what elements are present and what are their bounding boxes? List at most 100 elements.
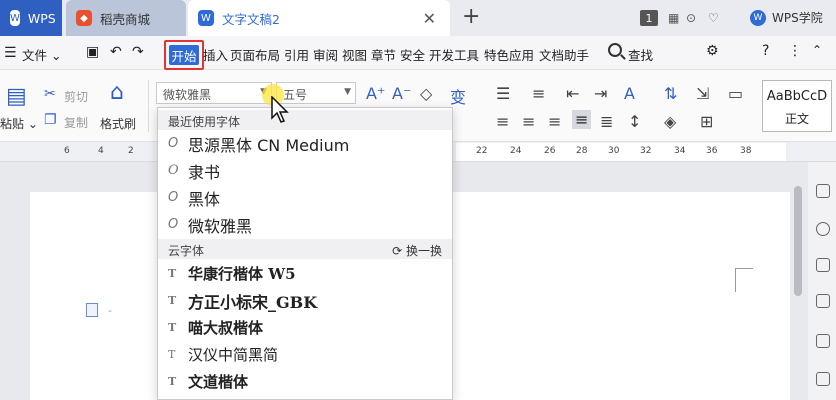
cloud-font-option[interactable]: T 汉仪中简黑简 — [158, 341, 452, 368]
side-grid-icon[interactable] — [816, 372, 830, 386]
font-name-select[interactable]: 微软雅黑▼ — [156, 82, 272, 104]
tab-special[interactable]: 特色应用 — [484, 45, 534, 64]
grow-font-icon[interactable]: A⁺ — [366, 84, 385, 103]
side-panel-icon[interactable] — [816, 184, 830, 198]
cut-icon: ✂ — [44, 86, 56, 102]
align-center-icon[interactable]: ≡ — [522, 112, 535, 131]
refresh-fonts-button[interactable]: ⟳ 换一换 — [392, 242, 442, 259]
tab-review[interactable]: 审阅 — [313, 45, 338, 64]
paste-button[interactable]: 粘贴 ⌄ — [0, 115, 38, 132]
clear-format-icon[interactable]: ◇ — [420, 84, 432, 103]
paste-icon[interactable]: ▤ — [6, 84, 27, 109]
cloud-font-option[interactable]: T 文道楷体 — [158, 368, 452, 395]
ruler-text-area — [456, 143, 786, 161]
search-label[interactable]: 查找 — [628, 45, 653, 64]
border-icon[interactable]: ▭ — [728, 84, 743, 103]
font-option[interactable]: O 微软雅黑 — [158, 211, 452, 238]
tab-doc-assistant[interactable]: 文档助手 — [539, 45, 589, 64]
paragraph-handle-icon[interactable] — [86, 303, 98, 317]
font-type-icon: O — [168, 163, 179, 178]
font-type-icon: O — [168, 136, 179, 151]
redo-icon[interactable]: ↷ — [132, 44, 144, 60]
shading-icon[interactable]: ◈ — [664, 112, 676, 131]
cloud-font-icon: T — [168, 321, 177, 334]
more-icon[interactable]: ⋮ — [788, 43, 802, 59]
tab-insert[interactable]: 插入 — [203, 45, 228, 64]
tab-chapter[interactable]: 章节 — [371, 45, 396, 64]
side-select-icon[interactable] — [816, 222, 830, 236]
cloud-font-icon: T — [168, 348, 176, 361]
show-marks-icon[interactable]: ⇲ — [696, 84, 709, 103]
save-icon[interactable]: ▣ — [86, 44, 99, 60]
cursor-mark: - — [108, 304, 112, 317]
wps-logo-icon: W — [10, 10, 20, 26]
margin-corner-mark — [735, 268, 753, 292]
file-menu[interactable]: 文件 ⌄ — [22, 45, 61, 64]
font-option[interactable]: O 黑体 — [158, 184, 452, 211]
cut-button[interactable]: 剪切 — [64, 88, 88, 105]
ribbon-divider — [148, 80, 149, 132]
skin-icon[interactable]: ♡ — [708, 9, 719, 27]
close-tab-icon[interactable]: ✕ — [423, 9, 436, 28]
font-type-icon: O — [168, 190, 179, 205]
font-type-icon: O — [168, 217, 179, 232]
font-option[interactable]: O 思源黑体 CN Medium — [158, 130, 452, 157]
window-count-badge[interactable]: 1 — [640, 9, 658, 27]
new-tab-icon[interactable]: + — [462, 4, 480, 29]
font-dropdown: 最近使用字体 O 思源黑体 CN Medium O 隶书 O 黑体 O 微软雅黑 云字体… — [157, 107, 453, 400]
shrink-font-icon[interactable]: A⁻ — [392, 84, 411, 103]
cloud-font-option[interactable]: T 华康行楷体 W5 — [158, 260, 452, 287]
tab-security[interactable]: 安全 — [400, 45, 425, 64]
tab-wps-label: WPS — [27, 10, 56, 26]
search-icon[interactable] — [608, 43, 622, 57]
help-icon[interactable]: ? — [762, 43, 769, 59]
collapse-ribbon-icon[interactable]: ⌃ — [812, 43, 822, 57]
cloud-font-icon: T — [168, 375, 177, 388]
shop-logo-icon: ◆ — [76, 10, 92, 26]
side-edit-icon[interactable] — [816, 334, 830, 348]
share-icon[interactable]: ⊙ — [686, 9, 696, 27]
hamburger-icon[interactable]: ☰ — [4, 45, 17, 61]
line-spacing-icon[interactable]: ↕ — [628, 112, 641, 131]
tab-document[interactable]: W 文字文稿2 ✕ — [188, 0, 450, 36]
justify-icon[interactable]: ≡ — [572, 110, 592, 129]
writer-doc-icon: W — [198, 10, 214, 26]
vertical-scrollbar[interactable] — [794, 186, 802, 296]
recent-fonts-header: 最近使用字体 — [158, 110, 452, 130]
cloud-font-option[interactable]: T 方正小标宋_GBK — [158, 287, 452, 314]
grid-icon[interactable]: ▦ — [668, 9, 679, 27]
align-right-icon[interactable]: ≡ — [548, 112, 561, 131]
tab-start[interactable]: 开始 — [169, 45, 199, 65]
undo-icon[interactable]: ↶ — [110, 44, 122, 60]
cloud-font-option[interactable]: T 喵大叔楷体 — [158, 314, 452, 341]
decrease-indent-icon[interactable]: ⇤ — [566, 84, 579, 103]
cloud-font-icon: T — [168, 267, 177, 280]
distributed-icon[interactable]: ≣ — [600, 112, 613, 131]
format-painter-button[interactable]: 格式刷 — [100, 115, 136, 132]
side-tool-icon[interactable] — [816, 294, 830, 308]
tab-start-highlight: 开始 — [164, 40, 204, 70]
align-left-icon[interactable]: ≡ — [496, 112, 509, 131]
tab-wps[interactable]: W WPS — [0, 0, 62, 36]
numbered-list-icon[interactable]: ≡ — [532, 84, 545, 103]
settings-icon[interactable]: ⚙ — [706, 43, 719, 59]
text-direction-icon[interactable]: A — [624, 84, 635, 103]
tab-references[interactable]: 引用 — [284, 45, 309, 64]
tab-developer[interactable]: 开发工具 — [429, 45, 479, 64]
bullet-list-icon[interactable]: ☰ — [496, 84, 510, 103]
tab-page-layout[interactable]: 页面布局 — [230, 45, 280, 64]
increase-indent-icon[interactable]: ⇥ — [594, 84, 607, 103]
table-border-icon[interactable]: ⊞ — [700, 112, 713, 131]
chevron-down-icon: ▼ — [344, 87, 351, 97]
tab-shop[interactable]: ◆ 稻壳商城 — [66, 0, 186, 36]
wps-academy-link[interactable]: W WPS学院 — [750, 9, 823, 26]
copy-button[interactable]: 复制 — [64, 114, 88, 131]
sort-icon[interactable]: ⇅ — [664, 84, 677, 103]
pinyin-icon[interactable]: 变 — [450, 84, 466, 108]
font-option[interactable]: O 隶书 — [158, 157, 452, 184]
cloud-fonts-header: 云字体 ⟳ 换一换 — [158, 239, 452, 259]
style-normal[interactable]: AaBbCcD 正文 — [762, 80, 832, 132]
side-shapes-icon[interactable] — [816, 258, 830, 272]
tab-view[interactable]: 视图 — [342, 45, 367, 64]
academy-icon: W — [750, 9, 766, 26]
